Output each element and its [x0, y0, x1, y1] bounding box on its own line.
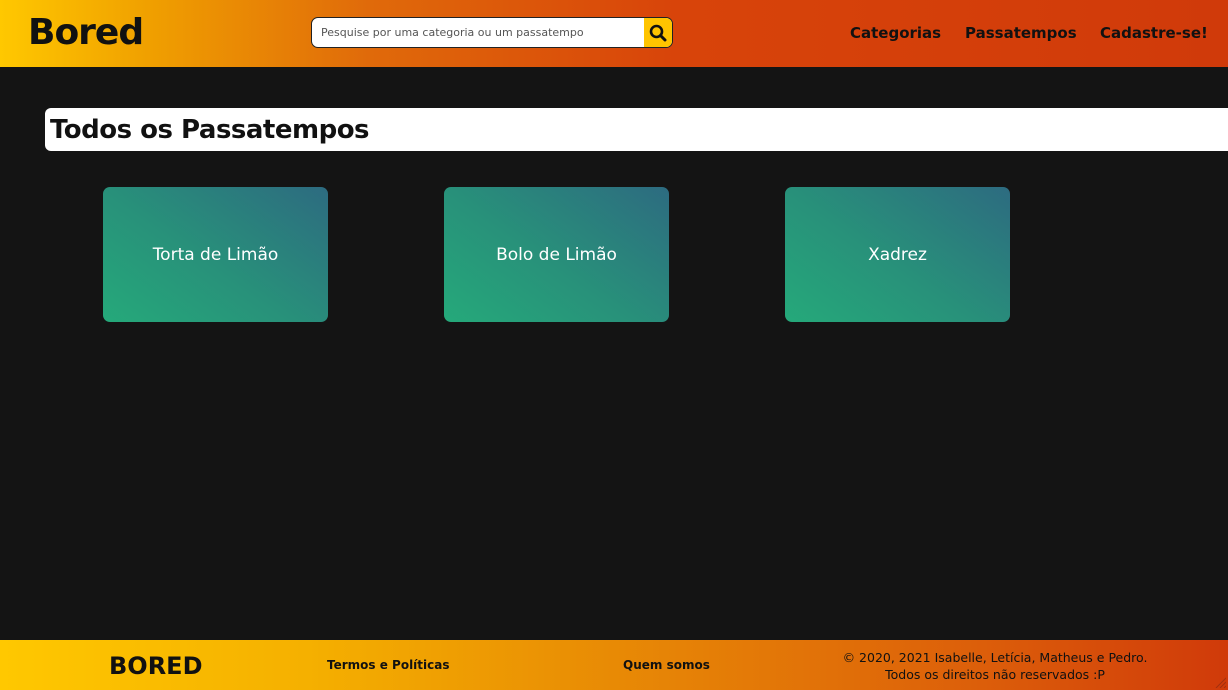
logo[interactable]: Bored	[28, 10, 144, 56]
title-bar: Todos os Passatempos	[45, 108, 1228, 151]
card-label: Bolo de Limão	[496, 244, 617, 265]
hobby-card-xadrez[interactable]: Xadrez	[785, 187, 1010, 322]
search-input[interactable]	[312, 18, 646, 47]
footer-logo: BORED	[109, 652, 203, 680]
search-box	[311, 17, 673, 48]
copyright-line-1: © 2020, 2021 Isabelle, Letícia, Matheus …	[842, 650, 1148, 665]
hobby-card-bolo-de-limao[interactable]: Bolo de Limão	[444, 187, 669, 322]
nav-cadastre-se[interactable]: Cadastre-se!	[1100, 22, 1208, 44]
nav-categorias[interactable]: Categorias	[850, 22, 941, 44]
search-icon	[649, 24, 667, 41]
footer-copyright: © 2020, 2021 Isabelle, Letícia, Matheus …	[830, 649, 1160, 683]
page-title: Todos os Passatempos	[50, 115, 370, 145]
resize-grip-icon[interactable]	[1214, 676, 1226, 688]
footer: BORED Termos e Políticas Quem somos © 20…	[0, 640, 1228, 690]
search-button[interactable]	[644, 18, 672, 47]
copyright-line-2: Todos os direitos não reservados :P	[885, 667, 1105, 682]
header: Bored Categorias Passatempos Cadastre-se…	[0, 0, 1228, 67]
footer-link-termos[interactable]: Termos e Políticas	[327, 657, 450, 673]
card-label: Torta de Limão	[152, 244, 279, 265]
nav-passatempos[interactable]: Passatempos	[965, 22, 1077, 44]
card-label: Xadrez	[868, 244, 927, 265]
hobby-card-torta-de-limao[interactable]: Torta de Limão	[103, 187, 328, 322]
footer-link-quem-somos[interactable]: Quem somos	[623, 657, 710, 673]
